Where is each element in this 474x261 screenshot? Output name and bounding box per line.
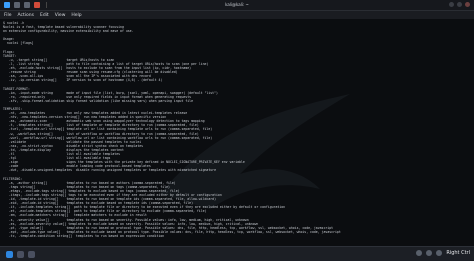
minimize-button[interactable] [449,2,454,7]
terminal-task-icon[interactable] [28,250,35,258]
menu-bar: File Actions Edit View Help [0,11,474,19]
kali-menu-icon[interactable] [4,2,10,8]
menu-view[interactable]: View [55,13,66,18]
keyboard-layout-label[interactable]: Right Ctrl [446,250,470,256]
window-controls [449,2,470,7]
browser-icon[interactable] [34,2,40,8]
menu-file[interactable]: File [4,13,12,18]
app-menu-icon[interactable] [6,250,13,258]
network-icon[interactable] [416,250,423,256]
maximize-button[interactable] [457,2,462,7]
menu-edit[interactable]: Edit [40,13,49,18]
battery-icon[interactable] [436,250,443,256]
separator [46,2,47,8]
window-titlebar: kali@kali: ~ [0,0,474,11]
terminal-launcher-icon[interactable] [24,2,30,8]
taskbar: Right Ctrl [0,246,474,261]
menu-help[interactable]: Help [71,13,81,18]
terminal-output[interactable]: $ nuclei -h Nuclei is a fast, template b… [0,19,474,246]
terminal-text: $ nuclei -h Nuclei is a fast, template b… [3,21,341,238]
menu-actions[interactable]: Actions [18,13,34,18]
volume-icon[interactable] [426,250,433,256]
workspace-icon[interactable] [17,250,24,258]
window-title: kali@kali: ~ [225,2,249,7]
file-manager-icon[interactable] [14,2,20,8]
close-button[interactable] [465,2,470,7]
